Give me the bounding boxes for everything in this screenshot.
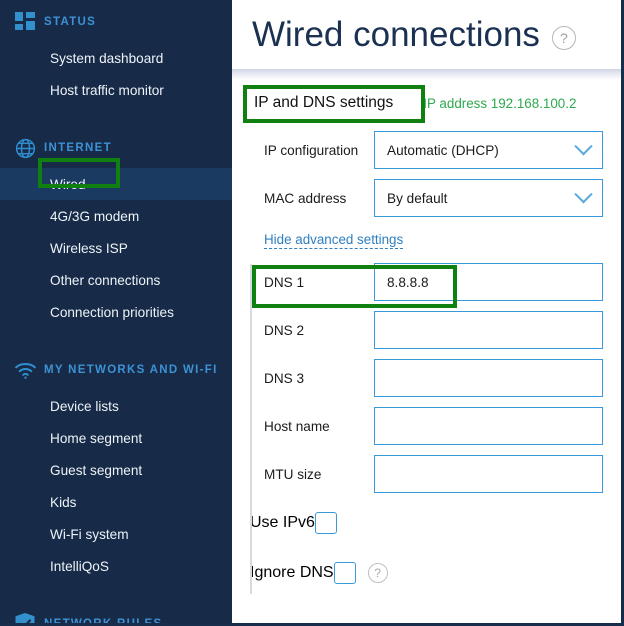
sidebar-group-header-network-rules[interactable]: NETWORK RULES bbox=[0, 604, 232, 626]
advanced-settings-toggle-row: Hide advanced settings bbox=[250, 222, 603, 258]
label-dns-1: DNS 1 bbox=[264, 274, 305, 290]
sidebar-item-label: Wireless ISP bbox=[50, 240, 128, 256]
input-dns-3[interactable] bbox=[374, 359, 603, 397]
page-title: Wired connections bbox=[252, 15, 540, 54]
sidebar-group-header-internet: INTERNET bbox=[0, 128, 232, 168]
header-divider bbox=[232, 69, 621, 80]
sidebar-item-label: Wi-Fi system bbox=[50, 526, 129, 542]
sidebar-item-label: 4G/3G modem bbox=[50, 208, 140, 224]
label-mac-address: MAC address bbox=[264, 190, 347, 206]
form-row-mtu-size: MTU size bbox=[250, 450, 603, 498]
page-header: Wired connections ? bbox=[232, 0, 621, 69]
sidebar-group-label: MY NETWORKS AND WI-FI bbox=[44, 364, 218, 376]
help-icon[interactable]: ? bbox=[551, 25, 576, 50]
hide-advanced-settings-link[interactable]: Hide advanced settings bbox=[264, 232, 404, 249]
wifi-icon bbox=[6, 361, 44, 380]
sidebar-item-label: Connection priorities bbox=[50, 304, 174, 320]
sidebar-item-label: Kids bbox=[50, 494, 77, 510]
input-dns-2[interactable] bbox=[374, 311, 603, 349]
sidebar-item-label: Other connections bbox=[50, 272, 161, 288]
sidebar-item-label: Guest segment bbox=[50, 462, 143, 478]
sidebar-item-guest-segment[interactable]: Guest segment bbox=[0, 454, 232, 486]
sidebar-group-my-networks-and-wifi: MY NETWORKS AND WI-FI Device lists Home … bbox=[0, 350, 232, 582]
sidebar-item-system-dashboard[interactable]: System dashboard bbox=[0, 42, 232, 74]
input-dns-1[interactable]: 8.8.8.8 bbox=[374, 263, 603, 301]
form-row-ip-configuration: IP configuration Automatic (DHCP) bbox=[250, 126, 603, 174]
ip-address-status: IP address 192.168.100.2 bbox=[423, 95, 577, 111]
label-ignore-dns: Ignore DNS bbox=[250, 564, 334, 581]
form-row-dns-2: DNS 2 bbox=[250, 306, 603, 354]
label-use-ipv6: Use IPv6 bbox=[250, 514, 315, 531]
sidebar-item-wired[interactable]: Wired bbox=[0, 168, 232, 200]
sidebar-group-header-status: STATUS bbox=[0, 2, 232, 42]
form-row-dns-1: DNS 1 8.8.8.8 bbox=[250, 258, 603, 306]
form-row-dns-3: DNS 3 bbox=[250, 354, 603, 402]
sidebar-navigation: STATUS System dashboard Host traffic mon… bbox=[0, 0, 232, 626]
main-content-area: Wired connections ? IP and DNS settings … bbox=[232, 0, 621, 623]
sidebar-item-label: System dashboard bbox=[50, 50, 164, 66]
form-row-ignore-dns: Ignore DNS ? bbox=[250, 548, 603, 598]
sidebar-group-label: STATUS bbox=[44, 16, 97, 28]
input-mtu-size[interactable] bbox=[374, 455, 603, 493]
sidebar-item-label: Device lists bbox=[50, 398, 119, 414]
select-mac-address[interactable]: By default bbox=[374, 179, 603, 217]
sidebar-item-home-segment[interactable]: Home segment bbox=[0, 422, 232, 454]
chevron-down-icon bbox=[574, 136, 593, 155]
sidebar-item-label: Wired bbox=[50, 176, 86, 192]
help-icon-ignore-dns[interactable]: ? bbox=[367, 563, 388, 583]
sidebar-item-other-connections[interactable]: Other connections bbox=[0, 264, 232, 296]
tab-ip-and-dns-settings[interactable]: IP and DNS settings bbox=[252, 90, 395, 116]
sidebar-item-label: Host traffic monitor bbox=[50, 82, 164, 98]
sidebar-group-internet: INTERNET Wired 4G/3G modem Wireless ISP … bbox=[0, 128, 232, 328]
advanced-settings-section: DNS 1 8.8.8.8 DNS 2 DNS 3 Host name MTU … bbox=[250, 258, 603, 598]
input-dns-1-value: 8.8.8.8 bbox=[387, 274, 429, 290]
dashboard-grid-icon bbox=[6, 11, 44, 33]
sidebar-item-label: Home segment bbox=[50, 430, 143, 446]
select-mac-address-value: By default bbox=[387, 190, 448, 206]
sidebar-item-intelliqos[interactable]: IntelliQoS bbox=[0, 550, 232, 582]
label-ip-configuration: IP configuration bbox=[264, 142, 359, 158]
sidebar-item-label: IntelliQoS bbox=[50, 558, 109, 574]
sidebar-item-connection-priorities[interactable]: Connection priorities bbox=[0, 296, 232, 328]
sidebar-item-wifi-system[interactable]: Wi-Fi system bbox=[0, 518, 232, 550]
use-ipv6-control-group bbox=[314, 512, 337, 534]
sidebar-item-wireless-isp[interactable]: Wireless ISP bbox=[0, 232, 232, 264]
settings-content: IP and DNS settings IP address 192.168.1… bbox=[232, 80, 621, 598]
checkbox-use-ipv6[interactable] bbox=[314, 512, 337, 534]
ignore-dns-control-group: ? bbox=[333, 562, 388, 584]
label-dns-2: DNS 2 bbox=[264, 322, 305, 338]
label-mtu-size: MTU size bbox=[264, 466, 322, 482]
label-dns-3: DNS 3 bbox=[264, 370, 305, 386]
select-ip-configuration-value: Automatic (DHCP) bbox=[387, 142, 499, 158]
label-host-name: Host name bbox=[264, 418, 330, 434]
input-host-name[interactable] bbox=[374, 407, 603, 445]
sidebar-item-kids[interactable]: Kids bbox=[0, 486, 232, 518]
sidebar-group-label: NETWORK RULES bbox=[44, 618, 163, 626]
form-row-mac-address: MAC address By default bbox=[250, 174, 603, 222]
section-rule bbox=[250, 264, 252, 594]
checkbox-ignore-dns[interactable] bbox=[333, 562, 356, 584]
sidebar-group-header-my-networks: MY NETWORKS AND WI-FI bbox=[0, 350, 232, 390]
tab-bar: IP and DNS settings IP address 192.168.1… bbox=[250, 80, 603, 126]
sidebar-group-status: STATUS System dashboard Host traffic mon… bbox=[0, 2, 232, 106]
form-row-use-ipv6: Use IPv6 bbox=[250, 498, 603, 548]
sidebar-item-device-lists[interactable]: Device lists bbox=[0, 390, 232, 422]
sidebar-group-network-rules[interactable]: NETWORK RULES bbox=[0, 604, 232, 626]
sidebar-group-label: INTERNET bbox=[44, 142, 112, 154]
select-ip-configuration[interactable]: Automatic (DHCP) bbox=[374, 131, 603, 169]
router-admin-window: STATUS System dashboard Host traffic mon… bbox=[0, 0, 624, 626]
sidebar-item-4g-3g-modem[interactable]: 4G/3G modem bbox=[0, 200, 232, 232]
shield-check-icon bbox=[6, 612, 44, 623]
globe-icon bbox=[6, 137, 44, 160]
sidebar-item-host-traffic-monitor[interactable]: Host traffic monitor bbox=[0, 74, 232, 106]
chevron-down-icon bbox=[574, 184, 593, 203]
form-row-host-name: Host name bbox=[250, 402, 603, 450]
